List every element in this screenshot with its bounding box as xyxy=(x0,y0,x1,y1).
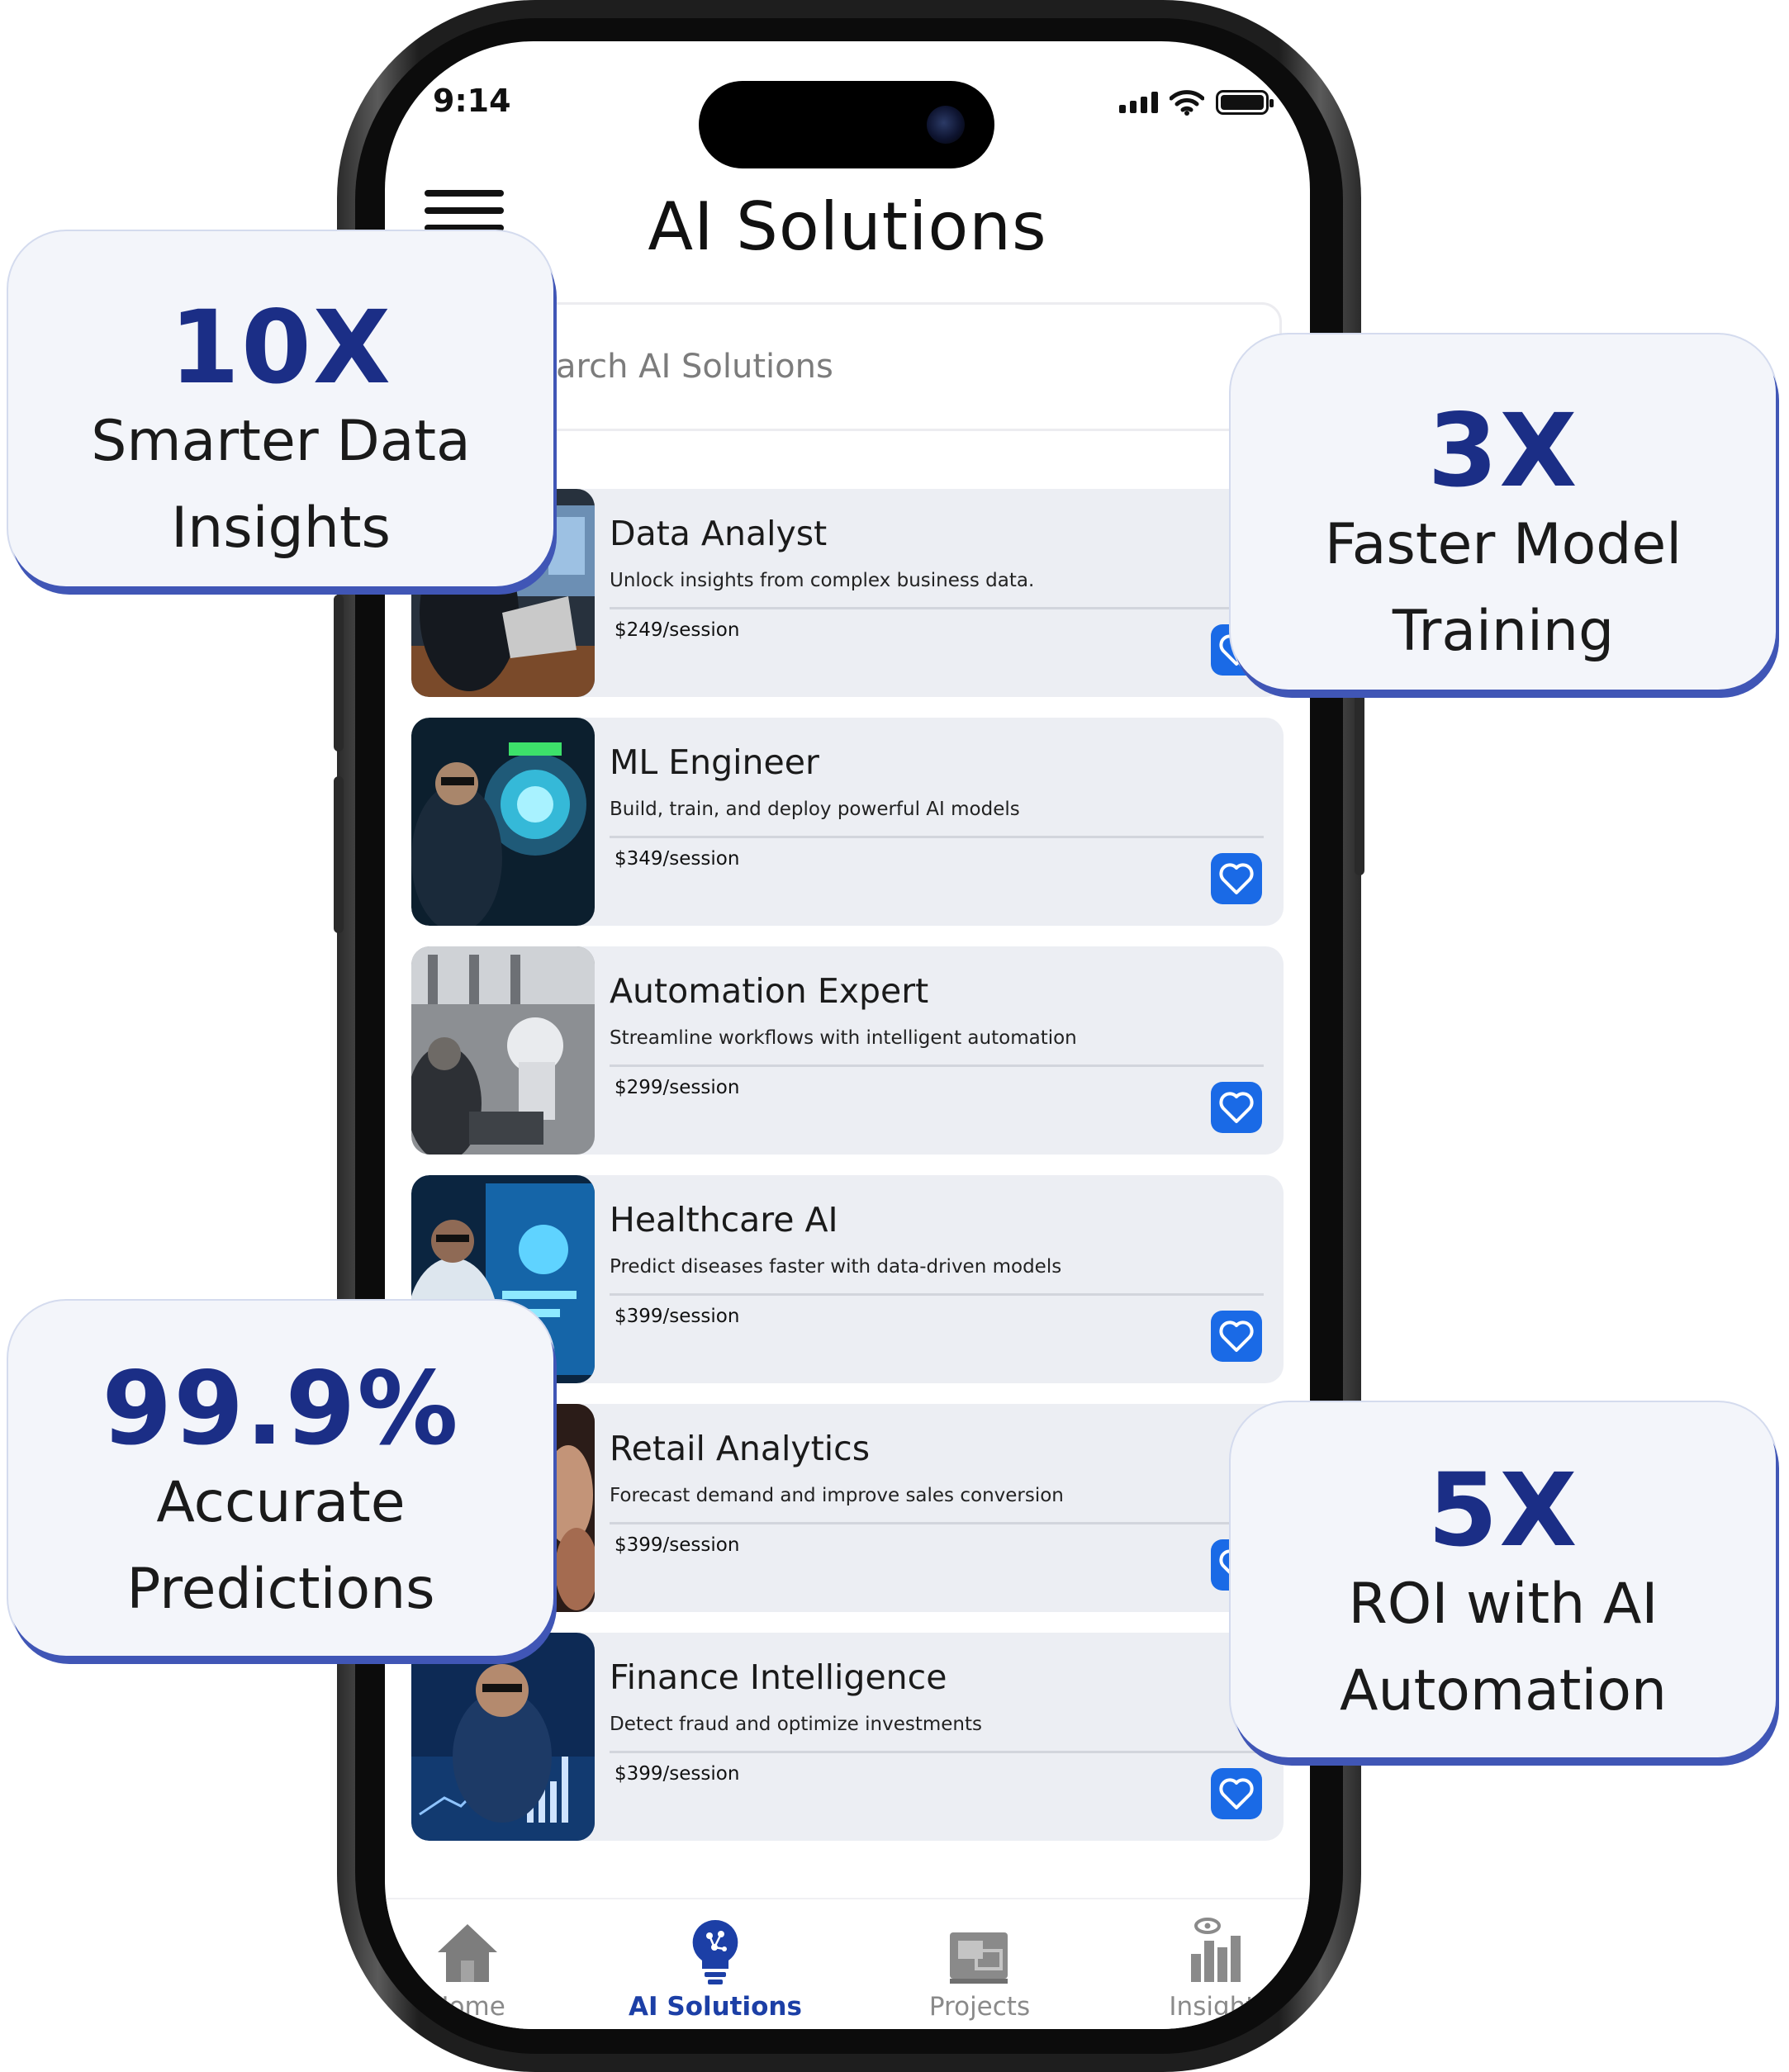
favorite-button[interactable] xyxy=(1211,1311,1262,1362)
card-title: Finance Intelligence xyxy=(610,1657,947,1697)
cellular-signal-icon xyxy=(1119,92,1158,113)
tab-ai-solutions[interactable]: AI Solutions xyxy=(608,1916,823,2022)
projects-icon xyxy=(950,1932,1008,1984)
stat-line: Accurate xyxy=(156,1470,406,1535)
card-price: $399/session xyxy=(615,1763,740,1785)
tab-projects[interactable]: Projects xyxy=(872,1916,1087,2022)
solution-card-finance-intelligence[interactable]: Finance Intelligence Detect fraud and op… xyxy=(411,1633,1284,1841)
volume-up-button xyxy=(334,595,344,752)
heart-icon xyxy=(1219,1092,1254,1123)
dynamic-island xyxy=(699,81,994,168)
card-title: Automation Expert xyxy=(610,971,929,1011)
card-divider xyxy=(610,1064,1264,1067)
card-description: Streamline workflows with intelligent au… xyxy=(610,1027,1077,1049)
stat-value: 3X xyxy=(1427,392,1579,510)
stat-value: 5X xyxy=(1427,1452,1579,1569)
stat-value: 99.9% xyxy=(102,1350,460,1467)
solutions-list: Data Analyst Unlock insights from comple… xyxy=(411,489,1284,1861)
tab-home[interactable]: Home xyxy=(385,1916,575,2022)
solution-card-ml-engineer[interactable]: ML Engineer Build, train, and deploy pow… xyxy=(411,718,1284,926)
card-description: Forecast demand and improve sales conver… xyxy=(610,1485,1064,1506)
heart-icon xyxy=(1219,1320,1254,1352)
card-title: Retail Analytics xyxy=(610,1429,871,1468)
camera-icon xyxy=(927,106,965,144)
favorite-button[interactable] xyxy=(1211,1768,1262,1819)
stat-line: Insights xyxy=(171,495,391,562)
stat-line: Smarter Data xyxy=(91,409,471,474)
ai-bulb-icon xyxy=(692,1919,738,1984)
tab-label: Insights xyxy=(1169,1992,1269,2022)
status-time: 9:14 xyxy=(433,83,511,119)
tab-insights[interactable]: Insights xyxy=(1112,1916,1310,2022)
search-input[interactable] xyxy=(515,305,1258,429)
card-description: Unlock insights from complex business da… xyxy=(610,570,1035,591)
card-price: $349/session xyxy=(615,848,740,870)
card-price: $399/session xyxy=(615,1534,740,1556)
tab-label: Projects xyxy=(928,1992,1031,2022)
card-divider xyxy=(610,1522,1264,1524)
card-price: $249/session xyxy=(615,619,740,641)
finance-intelligence-photo xyxy=(411,1633,595,1841)
stat-callout-roi: 5X ROI with AI Automation xyxy=(1231,1402,1776,1757)
tab-label: AI Solutions xyxy=(629,1992,802,2022)
stat-line: ROI with AI xyxy=(1348,1572,1659,1637)
insights-icon xyxy=(1191,1918,1241,1982)
card-title: Data Analyst xyxy=(610,514,828,553)
heart-icon xyxy=(1219,1778,1254,1809)
stat-line: Faster Model xyxy=(1324,512,1682,577)
wifi-icon xyxy=(1170,90,1204,116)
card-description: Build, train, and deploy powerful AI mod… xyxy=(610,799,1020,820)
battery-icon xyxy=(1216,90,1274,115)
stat-value: 10X xyxy=(169,289,392,406)
card-title: ML Engineer xyxy=(610,742,819,782)
favorite-button[interactable] xyxy=(1211,853,1262,904)
card-title: Healthcare AI xyxy=(610,1200,838,1240)
stat-line: Predictions xyxy=(126,1557,435,1623)
stat-callout-accurate-predictions: 99.9% Accurate Predictions xyxy=(8,1301,553,1656)
card-description: Predict diseases faster with data-driven… xyxy=(610,1256,1062,1278)
tab-label: Home xyxy=(429,1992,505,2022)
status-icons xyxy=(1119,89,1274,116)
solution-card-automation-expert[interactable]: Automation Expert Streamline workflows w… xyxy=(411,946,1284,1155)
stat-line: Automation xyxy=(1339,1658,1668,1724)
automation-expert-photo xyxy=(411,946,595,1155)
card-description: Detect fraud and optimize investments xyxy=(610,1714,982,1735)
stat-callout-faster-training: 3X Faster Model Training xyxy=(1231,334,1776,690)
stat-line: Training xyxy=(1392,599,1615,665)
home-icon xyxy=(438,1924,497,1982)
stat-callout-smarter-insights: 10X Smarter Data Insights xyxy=(8,231,553,586)
card-divider xyxy=(610,836,1264,838)
heart-icon xyxy=(1219,863,1254,894)
card-price: $399/session xyxy=(615,1306,740,1327)
favorite-button[interactable] xyxy=(1211,1082,1262,1133)
card-price: $299/session xyxy=(615,1077,740,1098)
ml-engineer-photo xyxy=(411,718,595,926)
card-divider xyxy=(610,1293,1264,1296)
card-divider xyxy=(610,607,1264,609)
bottom-tab-bar: Home AI Solutions Projects Insights xyxy=(385,1898,1310,2029)
card-divider xyxy=(610,1751,1264,1753)
volume-down-button xyxy=(334,776,344,933)
